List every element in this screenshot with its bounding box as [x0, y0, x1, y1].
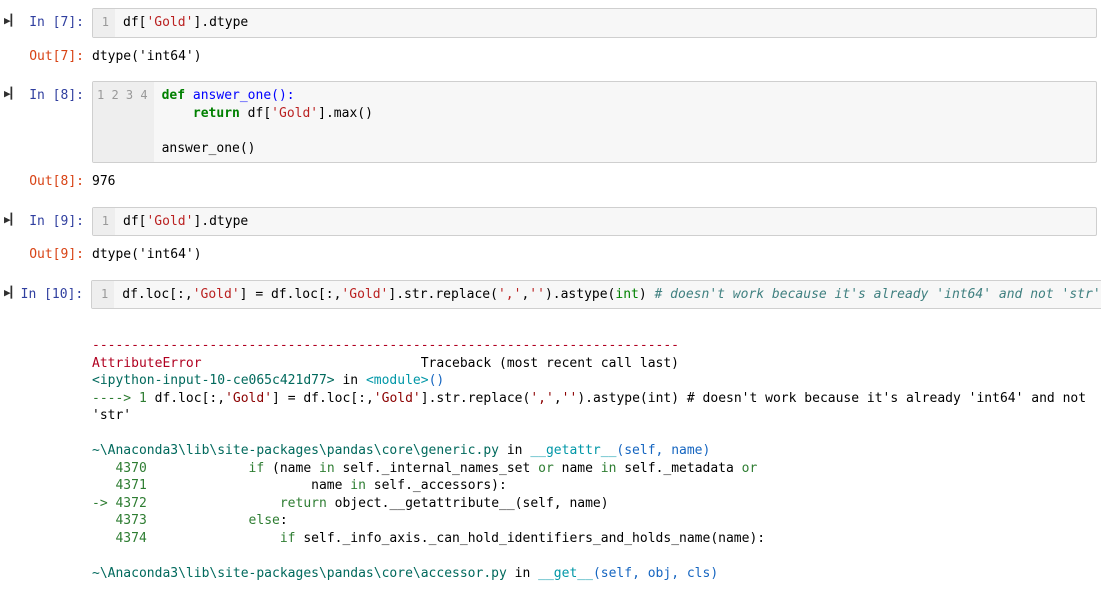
- code[interactable]: def answer_one(): return df['Gold'].max(…: [154, 82, 1096, 162]
- cell-9-input: ▶▎ In [9]: 1 df['Gold'].dtype: [4, 207, 1097, 237]
- out-prompt-8: Out[8]:: [18, 167, 92, 197]
- run-icon[interactable]: ▶▎: [4, 207, 18, 237]
- cell-8-input: ▶▎ In [8]: 1 2 3 4 def answer_one(): ret…: [4, 81, 1097, 163]
- run-icon[interactable]: ▶▎: [4, 8, 18, 38]
- traceback-output: ----------------------------------------…: [92, 313, 1097, 588]
- run-icon[interactable]: ▶▎: [4, 81, 18, 163]
- output-text: dtype('int64'): [92, 240, 1097, 270]
- code[interactable]: df['Gold'].dtype: [115, 208, 1096, 236]
- cell-8-output: Out[8]: 976: [4, 167, 1097, 197]
- gutter: 1 2 3 4: [93, 82, 154, 162]
- output-text: 976: [92, 167, 1097, 197]
- in-prompt-7: In [7]:: [18, 8, 92, 38]
- out-prompt-10: [18, 313, 92, 588]
- code-input-10[interactable]: 1 df.loc[:,'Gold'] = df.loc[:,'Gold'].st…: [91, 280, 1101, 310]
- out-prompt-7: Out[7]:: [18, 42, 92, 72]
- gutter: 1: [93, 9, 115, 37]
- in-prompt-8: In [8]:: [18, 81, 92, 163]
- output-text: dtype('int64'): [92, 42, 1097, 72]
- code-input-7[interactable]: 1 df['Gold'].dtype: [92, 8, 1097, 38]
- cell-7-input: ▶▎ In [7]: 1 df['Gold'].dtype: [4, 8, 1097, 38]
- gutter: 1: [92, 281, 114, 309]
- code[interactable]: df['Gold'].dtype: [115, 9, 1096, 37]
- cell-9-output: Out[9]: dtype('int64'): [4, 240, 1097, 270]
- gutter: 1: [93, 208, 115, 236]
- run-icon[interactable]: ▶▎: [4, 280, 17, 310]
- out-prompt-9: Out[9]:: [18, 240, 92, 270]
- code[interactable]: df.loc[:,'Gold'] = df.loc[:,'Gold'].str.…: [114, 281, 1101, 309]
- cell-10-output: ----------------------------------------…: [4, 313, 1097, 588]
- in-prompt-10: In [10]:: [17, 280, 91, 310]
- code-input-8[interactable]: 1 2 3 4 def answer_one(): return df['Gol…: [92, 81, 1097, 163]
- cell-7-output: Out[7]: dtype('int64'): [4, 42, 1097, 72]
- cell-10-input: ▶▎ In [10]: 1 df.loc[:,'Gold'] = df.loc[…: [4, 280, 1097, 310]
- code-input-9[interactable]: 1 df['Gold'].dtype: [92, 207, 1097, 237]
- in-prompt-9: In [9]:: [18, 207, 92, 237]
